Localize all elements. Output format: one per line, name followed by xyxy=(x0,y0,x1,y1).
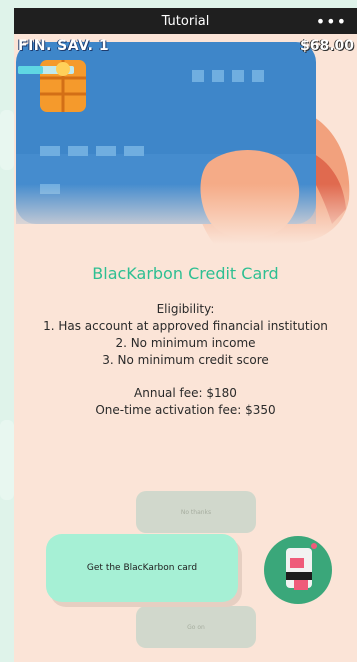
screen-title: Tutorial xyxy=(161,13,210,29)
money-counter: $68.00 xyxy=(299,38,354,54)
eligibility-item: 1. Has account at approved financial ins… xyxy=(43,319,328,333)
continue-button[interactable]: Go on xyxy=(136,606,256,648)
eligibility-item: 3. No minimum credit score xyxy=(102,353,269,367)
get-card-button[interactable]: Get the BlacKarbon card xyxy=(46,534,238,602)
more-dots-icon[interactable]: ••• xyxy=(316,12,347,31)
background-tile xyxy=(0,420,14,500)
activation-fee: One-time activation fee: $350 xyxy=(95,403,276,417)
decline-button[interactable]: No thanks xyxy=(136,491,256,533)
robot-character-icon xyxy=(286,543,317,590)
smiley-icon xyxy=(56,62,70,76)
level-label: FIN. SAV. 1 xyxy=(18,38,110,54)
phone-screen: Tutorial ••• FIN. SAV. 1 $68.00 BlacKarb… xyxy=(14,8,357,662)
background-tile xyxy=(0,110,14,170)
eligibility-item: 2. No minimum income xyxy=(115,336,256,350)
level-progress-fill xyxy=(18,66,44,74)
card-offer-details: BlacKarbon Credit Card Eligibility: 1. H… xyxy=(14,263,357,419)
character-avatar xyxy=(264,536,332,604)
annual-fee: Annual fee: $180 xyxy=(134,386,237,400)
eligibility-block: Eligibility: 1. Has account at approved … xyxy=(14,301,357,369)
fees-block: Annual fee: $180 One-time activation fee… xyxy=(14,385,357,419)
card-title: BlacKarbon Credit Card xyxy=(92,264,279,283)
eligibility-heading: Eligibility: xyxy=(156,302,215,316)
status-bar: Tutorial ••• xyxy=(14,8,357,34)
